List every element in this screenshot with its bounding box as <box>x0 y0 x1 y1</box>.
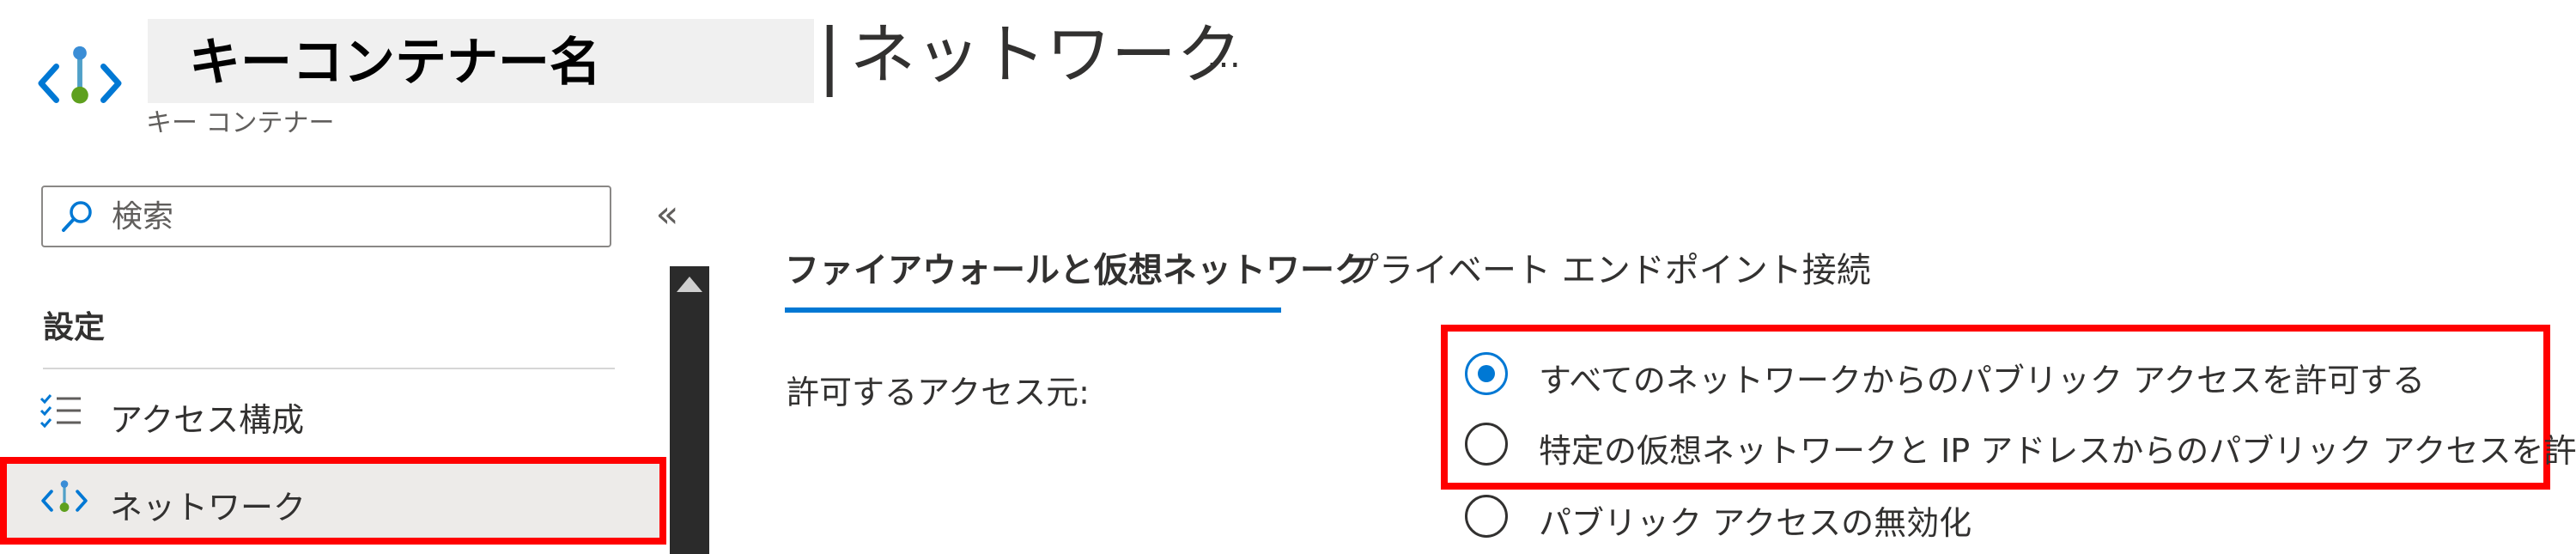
sidebar-scrollbar[interactable] <box>670 266 709 554</box>
radio-dot <box>1478 365 1495 382</box>
section-divider <box>43 368 615 369</box>
access-config-icon <box>39 394 81 429</box>
key-vault-network-icon <box>38 46 122 104</box>
page-title: ネットワーク <box>850 16 1242 93</box>
sidebar-item-network[interactable]: ネットワーク <box>0 457 666 545</box>
title-separator: | <box>817 13 842 97</box>
radio-option-label: すべてのネットワークからのパブリック アクセスを許可する <box>1539 362 2426 399</box>
scroll-up-arrow-icon[interactable] <box>677 277 702 292</box>
radio-option-label: パブリック アクセスの無効化 <box>1539 504 1972 542</box>
resource-type-label: キー コンテナー <box>146 108 335 138</box>
network-icon <box>41 480 88 512</box>
sidebar-item-access-config[interactable]: アクセス構成 <box>0 371 663 455</box>
radio-button-selected[interactable] <box>1465 352 1508 395</box>
sidebar-item-label: アクセス構成 <box>110 401 305 439</box>
radio-button[interactable] <box>1465 495 1508 538</box>
allowed-access-label: 許可するアクセス元: <box>787 374 1090 411</box>
collapse-sidebar-button[interactable]: « <box>646 191 689 242</box>
radio-option-label: 特定の仮想ネットワークと IP アドレスからのパブリック アクセスを許可する <box>1539 432 2576 470</box>
active-tab-indicator <box>785 307 1281 313</box>
tab-firewall-and-virtual-networks[interactable]: ファイアウォールと仮想ネットワーク <box>785 242 1369 292</box>
search-icon <box>62 201 92 232</box>
more-options-button[interactable]: … <box>1194 26 1254 86</box>
resource-name: キーコンテナー名 <box>189 33 601 93</box>
radio-button[interactable] <box>1465 423 1508 466</box>
tab-private-endpoint-connections[interactable]: プライベート エンドポイント接続 <box>1345 242 1871 292</box>
search-input[interactable] <box>110 192 594 240</box>
section-title-settings: 設定 <box>43 310 106 345</box>
sidebar-item-label: ネットワーク <box>110 489 307 527</box>
